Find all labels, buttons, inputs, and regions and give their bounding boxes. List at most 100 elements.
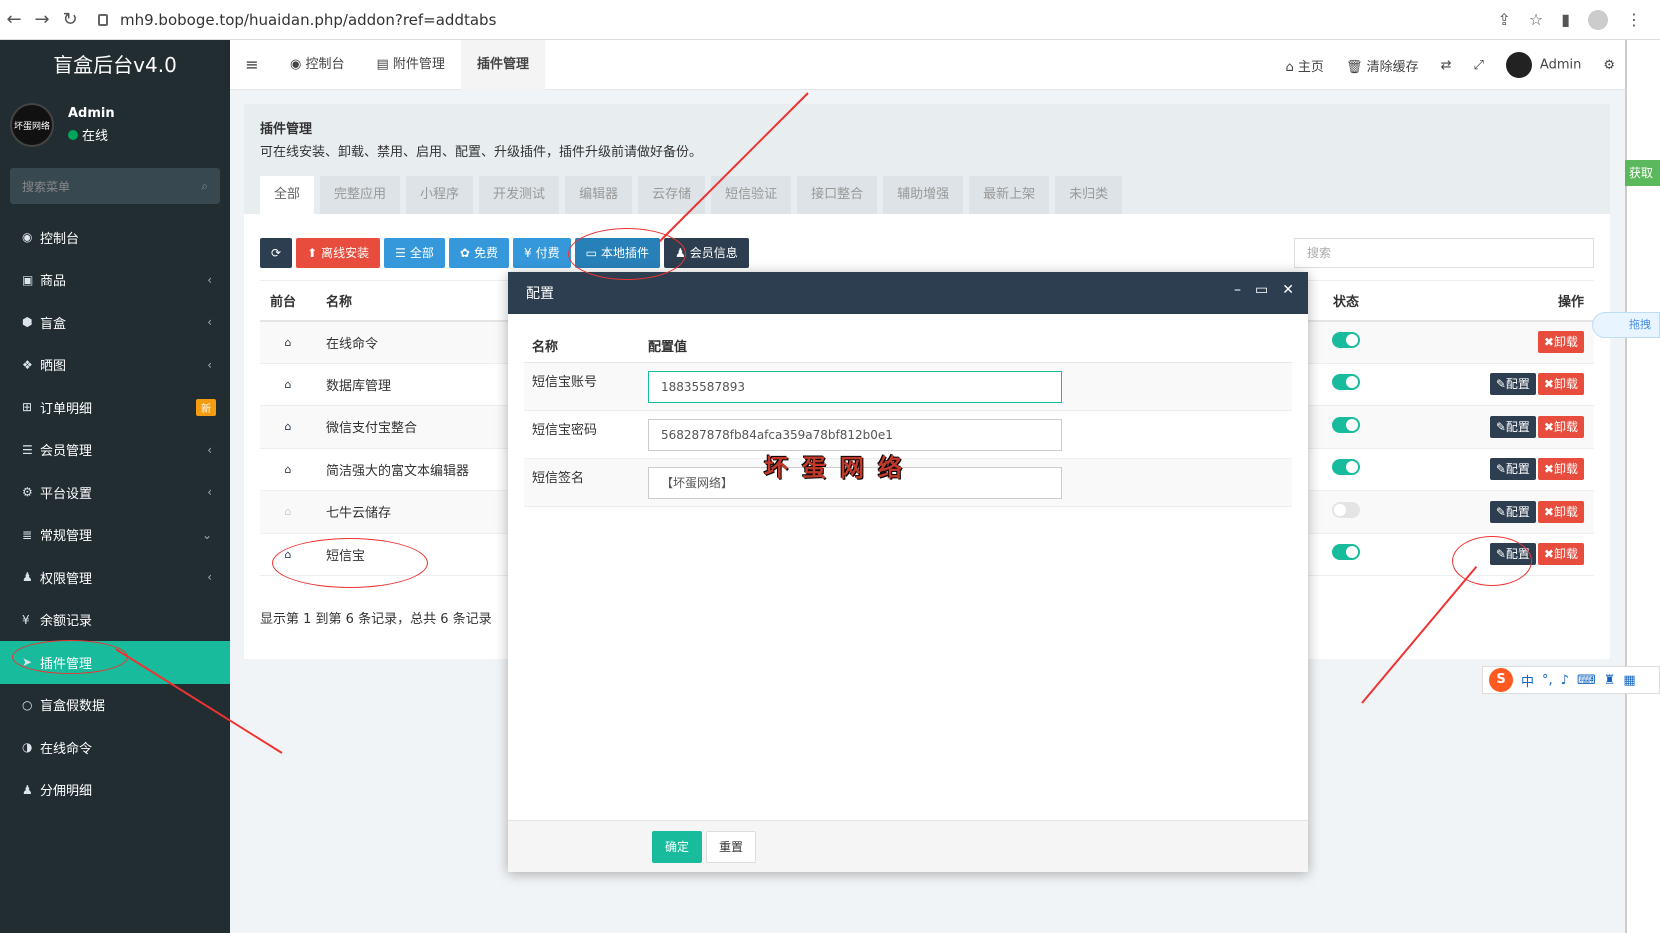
star-icon[interactable]: ☆: [1529, 10, 1543, 30]
settings-gear-icon[interactable]: ⚙: [1603, 58, 1615, 73]
config-button[interactable]: ✎配置: [1489, 415, 1536, 438]
shopping-bag-icon: ▣: [22, 272, 34, 287]
status-toggle[interactable]: [1332, 374, 1360, 391]
uninstall-button[interactable]: ✖卸载: [1537, 543, 1584, 566]
home-icon[interactable]: ⌂: [285, 378, 292, 391]
status-toggle[interactable]: [1332, 416, 1360, 433]
category-tab-10[interactable]: 未归类: [1055, 176, 1123, 214]
status-toggle[interactable]: [1332, 544, 1360, 561]
home-icon[interactable]: ⌂: [285, 463, 292, 476]
sidebar-item-0[interactable]: ◉ 控制台: [0, 216, 230, 259]
edit-icon: ✎: [1495, 504, 1506, 519]
sidebar-icon[interactable]: ▮: [1561, 10, 1570, 30]
uninstall-button[interactable]: ✖卸载: [1537, 415, 1584, 438]
status-toggle[interactable]: [1332, 459, 1360, 476]
sogou-logo-icon[interactable]: S: [1489, 668, 1513, 692]
keyboard-icon[interactable]: ⌨: [1577, 673, 1596, 688]
lock-icon: [98, 13, 108, 26]
list-icon: ☰: [22, 442, 33, 457]
category-tab-2[interactable]: 小程序: [406, 176, 474, 214]
filter-all-button[interactable]: ☰ 全部: [384, 238, 445, 268]
grid-icon[interactable]: ▦: [1623, 673, 1635, 688]
home-icon[interactable]: ⌂: [285, 420, 292, 433]
uninstall-button[interactable]: ✖卸载: [1537, 373, 1584, 396]
more-icon[interactable]: ⋮: [1626, 10, 1642, 30]
config-label: 配置: [1505, 377, 1530, 392]
confirm-button[interactable]: 确定: [652, 831, 702, 863]
filter-free-button[interactable]: ✿ 免费: [448, 238, 509, 268]
reset-button[interactable]: 重置: [706, 831, 756, 863]
address-bar[interactable]: mh9.boboge.top/huaidan.php/addon?ref=add…: [98, 11, 496, 29]
shirt-icon[interactable]: ♜: [1604, 673, 1616, 688]
tab-addons[interactable]: 插件管理: [460, 39, 545, 90]
admin-menu[interactable]: Admin: [1505, 52, 1581, 78]
tab-attachments[interactable]: ▤ 附件管理: [361, 40, 461, 90]
category-tab-4[interactable]: 编辑器: [565, 176, 633, 214]
category-tab-5[interactable]: 云存储: [638, 176, 706, 214]
sidebar-item-4[interactable]: ⊞ 订单明细 新: [0, 386, 230, 429]
search-icon[interactable]: ⌕: [201, 179, 208, 194]
uninstall-button[interactable]: ✖卸载: [1537, 458, 1584, 481]
fullscreen-icon[interactable]: ⤢: [1474, 58, 1484, 73]
translate-icon[interactable]: ⇄: [1441, 58, 1452, 73]
sidebar-item-1[interactable]: ▣ 商品 ‹: [0, 259, 230, 302]
tab-dashboard-label: 控制台: [305, 56, 345, 72]
category-tab-8[interactable]: 辅助增强: [883, 176, 964, 214]
maximize-icon[interactable]: ▭: [1255, 282, 1268, 298]
refresh-button[interactable]: ⟳: [260, 238, 293, 268]
sidebar-item-12[interactable]: ◑ 在线命令: [0, 726, 230, 769]
clear-cache-button[interactable]: 🗑 清除缓存: [1346, 56, 1419, 75]
close-icon[interactable]: ✕: [1282, 282, 1294, 298]
yen-icon: ¥: [22, 612, 30, 627]
sidebar-item-7[interactable]: ≣ 常规管理 ⌄: [0, 514, 230, 557]
forward-icon[interactable]: →: [28, 9, 56, 30]
status-toggle[interactable]: [1332, 332, 1360, 348]
category-tab-9[interactable]: 最新上架: [969, 176, 1050, 214]
config-button[interactable]: ✎配置: [1489, 500, 1536, 523]
category-tab-0[interactable]: 全部: [260, 176, 315, 214]
circle-icon: ○: [22, 697, 33, 712]
config-value-input[interactable]: 568287878fb84afca359a78bf812b0e1: [648, 418, 1062, 451]
status-toggle[interactable]: [1332, 501, 1360, 518]
back-icon[interactable]: ←: [0, 9, 28, 30]
home-link[interactable]: ⌂ 主页: [1286, 56, 1324, 75]
category-tab-7[interactable]: 接口整合: [797, 176, 878, 214]
config-value-input[interactable]: 18835587893: [648, 370, 1062, 403]
microphone-icon[interactable]: ♪: [1561, 673, 1569, 688]
cloud-drag-widget[interactable]: 拖拽: [1592, 312, 1660, 338]
config-button[interactable]: ✎配置: [1489, 458, 1536, 481]
home-icon[interactable]: ⌂: [285, 505, 292, 518]
sidebar-item-3[interactable]: ❖ 晒图 ‹: [0, 344, 230, 387]
uninstall-button[interactable]: ✖卸载: [1537, 500, 1584, 523]
category-tab-1[interactable]: 完整应用: [320, 176, 401, 214]
app-logo[interactable]: 盲盒后台v4.0: [0, 40, 230, 90]
sidebar-item-label: 商品: [40, 274, 67, 290]
category-tab-3[interactable]: 开发测试: [479, 176, 560, 214]
offline-install-button[interactable]: ⬆ 离线安装: [296, 238, 381, 268]
ime-punct-toggle[interactable]: °,: [1542, 673, 1553, 688]
hamburger-icon[interactable]: ≡: [230, 55, 274, 74]
sidebar-item-label: 分佣明细: [40, 784, 93, 800]
config-button[interactable]: ✎配置: [1489, 373, 1536, 396]
filter-paid-button[interactable]: ¥ 付费: [513, 238, 571, 268]
sidebar-item-9[interactable]: ¥ 余额记录: [0, 599, 230, 642]
reload-icon[interactable]: ↻: [56, 9, 84, 30]
tab-dashboard[interactable]: ◉ 控制台: [274, 40, 361, 90]
addon-search-input[interactable]: 搜索: [1294, 238, 1594, 268]
profile-icon[interactable]: [1588, 10, 1608, 30]
ime-chinese-toggle[interactable]: 中: [1521, 671, 1534, 690]
uninstall-button[interactable]: ✖卸载: [1537, 331, 1584, 353]
sidebar-item-2[interactable]: ⬢ 盲盒 ‹: [0, 301, 230, 344]
home-icon[interactable]: ⌂: [285, 336, 292, 349]
sidebar-item-8[interactable]: ♟ 权限管理 ‹: [0, 556, 230, 599]
get-button[interactable]: 获取: [1625, 160, 1660, 186]
sidebar-item-11[interactable]: ○ 盲盒假数据: [0, 684, 230, 727]
minimize-icon[interactable]: –: [1234, 282, 1241, 298]
category-tab-6[interactable]: 短信验证: [711, 176, 792, 214]
share-icon[interactable]: ⇪: [1497, 10, 1510, 30]
sidebar-item-13[interactable]: ♟ 分佣明细: [0, 769, 230, 812]
sidebar-item-6[interactable]: ⚙ 平台设置 ‹: [0, 471, 230, 514]
annotation-ring-name: [272, 538, 428, 588]
menu-search-input[interactable]: 搜索菜单 ⌕: [10, 168, 220, 204]
sidebar-item-5[interactable]: ☰ 会员管理 ‹: [0, 429, 230, 472]
